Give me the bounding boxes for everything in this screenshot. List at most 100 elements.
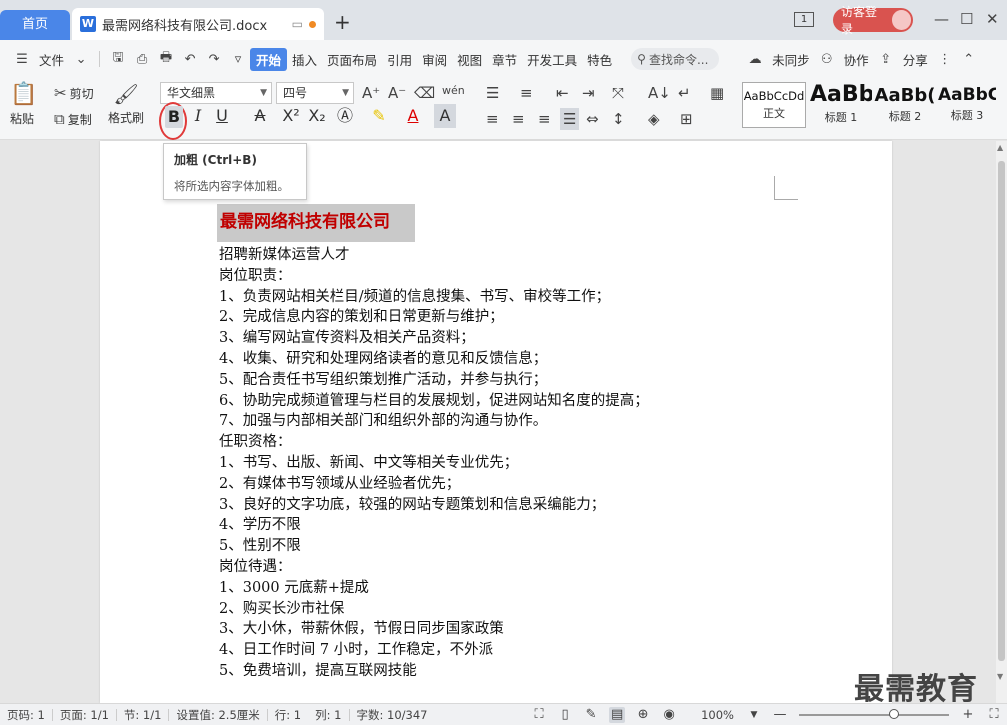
tab-section[interactable]: 章节 (487, 50, 522, 69)
font-name-select[interactable]: 华文细黑 ▼ (160, 82, 272, 104)
document-line[interactable]: 5、免费培训，提高互联网技能 (219, 659, 417, 680)
status-page[interactable]: 页面: 1/1 (53, 707, 116, 723)
more-icon[interactable]: ⋮ (936, 50, 954, 68)
visitor-login-button[interactable]: 访客登录 (833, 5, 913, 36)
document-line[interactable]: 4、收集、研究和处理网络读者的意见和反馈信息； (219, 347, 547, 368)
shading-icon[interactable]: ◈ (648, 110, 660, 128)
align-center-icon[interactable]: ≡ (512, 110, 525, 128)
scroll-thumb[interactable] (998, 161, 1005, 661)
command-search[interactable]: ⚲ 查找命令... (631, 48, 720, 70)
fit-page-icon[interactable]: ⛶ (986, 707, 1002, 723)
web-view-icon[interactable]: ⊕ (635, 707, 651, 723)
status-setting[interactable]: 设置值: 2.5厘米 (169, 707, 266, 723)
document-line[interactable]: 6、协助完成频道管理与栏目的发展规划，促进网站知名度的提高； (219, 389, 649, 410)
phonetic-icon[interactable]: wén (442, 84, 465, 97)
share-button[interactable]: 分享 (898, 50, 933, 69)
redo-icon[interactable]: ↷ (205, 50, 223, 68)
copy-button[interactable]: ⧉ 复制 (54, 110, 92, 128)
document-line[interactable]: 1、负责网站相关栏目/频道的信息搜集、书写、审校等工作； (219, 285, 610, 306)
document-line[interactable]: 任职资格： (219, 430, 292, 451)
document-heading[interactable]: 最需网络科技有限公司 (217, 204, 415, 242)
tab-review[interactable]: 审阅 (417, 50, 452, 69)
eye-protect-icon[interactable]: ◉ (661, 707, 677, 723)
maximize-icon[interactable]: ☐ (960, 10, 973, 28)
document-line[interactable]: 2、有媒体书写领域从业经验者优先； (219, 472, 460, 493)
read-mode-icon[interactable]: ▯ (557, 707, 573, 723)
decrease-indent-icon[interactable]: ⇤ (556, 84, 569, 102)
bullet-list-icon[interactable]: ☰ (486, 84, 499, 102)
document-line[interactable]: 1、3000 元底薪+提成 (219, 576, 369, 597)
superscript-button[interactable]: X² (280, 104, 302, 128)
zoom-out-icon[interactable]: — (772, 707, 788, 723)
undo-icon[interactable]: ↶ (181, 50, 199, 68)
tab-developer[interactable]: 开发工具 (522, 50, 582, 69)
style-heading-3[interactable]: AaBbC 标题 3 (938, 82, 996, 128)
zoom-knob[interactable] (889, 708, 899, 719)
tab-document[interactable]: W 最需网络科技有限公司.docx ▭ (72, 8, 324, 40)
document-line[interactable]: 4、日工作时间 7 小时，工作稳定，不外派 (219, 638, 493, 659)
chevron-down-icon[interactable]: ⌄ (72, 50, 90, 68)
minimize-icon[interactable]: — (934, 10, 949, 28)
style-heading-1[interactable]: AaBb 标题 1 (810, 82, 872, 128)
strikethrough-button[interactable]: A (249, 104, 271, 128)
document-line[interactable]: 招聘新媒体运营人才 (219, 243, 350, 264)
subscript-button[interactable]: X₂ (306, 104, 328, 128)
document-line[interactable]: 5、性别不限 (219, 534, 301, 555)
document-line[interactable]: 2、购买长沙市社保 (219, 597, 344, 618)
scroll-up-icon[interactable]: ▲ (997, 143, 1003, 152)
format-painter-button[interactable]: 🖌 格式刷 (108, 82, 144, 126)
print-icon[interactable]: 🖶 (157, 50, 175, 68)
tab-page-layout[interactable]: 页面布局 (322, 50, 382, 69)
document-line[interactable]: 2、完成信息内容的策划和日常更新与维护； (219, 305, 504, 326)
vertical-scrollbar[interactable]: ▲ ▼ (996, 141, 1007, 703)
tab-insert[interactable]: 插入 (287, 50, 322, 69)
close-icon[interactable]: ✕ (986, 10, 999, 28)
tab-home-ribbon[interactable]: 开始 (250, 47, 288, 71)
status-page-code[interactable]: 页码: 1 (0, 707, 52, 723)
table-borders-icon[interactable]: ▦ (710, 84, 724, 102)
style-heading-2[interactable]: AaBb( 标题 2 (874, 82, 936, 128)
increase-indent-icon[interactable]: ⇥ (582, 84, 595, 102)
char-shading-button[interactable]: A (434, 104, 456, 128)
highlight-color-button[interactable]: ✎ (368, 104, 390, 128)
distribute-icon[interactable]: ⇔ (586, 110, 599, 128)
tab-features[interactable]: 特色 (582, 50, 617, 69)
status-word-count[interactable]: 字数: 10/347 (350, 707, 435, 723)
zoom-level[interactable]: 100% (694, 708, 741, 722)
fullscreen-icon[interactable]: ⛶ (531, 707, 547, 723)
style-normal[interactable]: AaBbCcDd 正文 (742, 82, 806, 128)
window-count-icon[interactable]: 1 (794, 12, 814, 27)
sync-status[interactable]: 未同步 (767, 50, 815, 69)
customize-icon[interactable]: ▿ (229, 50, 247, 68)
paste-button[interactable]: 📋 粘贴 (10, 82, 37, 127)
document-line[interactable]: 7、加强与内部相关部门和组织外部的沟通与协作。 (219, 409, 547, 430)
bold-button[interactable]: B (165, 106, 183, 128)
shrink-font-icon[interactable]: A⁻ (388, 84, 406, 102)
text-effect-button[interactable]: Ⓐ (334, 104, 356, 128)
font-size-select[interactable]: 四号 ▼ (276, 82, 354, 104)
status-col[interactable]: 列: 1 (308, 707, 348, 723)
scroll-down-icon[interactable]: ▼ (997, 672, 1003, 681)
tab-home[interactable]: 首页 (0, 10, 70, 40)
align-right-icon[interactable]: ≡ (538, 110, 551, 128)
cut-button[interactable]: ✂ 剪切 (54, 84, 94, 102)
zoom-dropdown-icon[interactable]: ▼ (746, 707, 762, 723)
underline-button[interactable]: U (211, 104, 233, 128)
document-line[interactable]: 3、良好的文字功底，较强的网站专题策划和信息采编能力； (219, 493, 605, 514)
font-color-button[interactable]: A (402, 104, 424, 128)
page-view-icon[interactable]: ▤ (609, 706, 626, 723)
tab-view[interactable]: 视图 (452, 50, 487, 69)
document-line[interactable]: 岗位职责： (219, 264, 292, 285)
status-section[interactable]: 节: 1/1 (117, 707, 169, 723)
align-left-icon[interactable]: ≡ (486, 110, 499, 128)
document-line[interactable]: 3、编写网站宣传资料及相关产品资料； (219, 326, 475, 347)
collaborate-button[interactable]: 协作 (839, 50, 874, 69)
tab-references[interactable]: 引用 (382, 50, 417, 69)
grow-font-icon[interactable]: A⁺ (362, 84, 380, 102)
document-line[interactable]: 3、大小休，带薪休假，节假日同步国家政策 (219, 617, 504, 638)
print-preview-icon[interactable]: ⎙ (133, 50, 151, 68)
zoom-in-icon[interactable]: + (960, 707, 976, 723)
menu-file[interactable]: 文件 (34, 50, 69, 69)
clear-format-icon[interactable]: ⌫ (414, 84, 435, 102)
document-line[interactable]: 5、配合责任书写组织策划推广活动，并参与执行； (219, 368, 547, 389)
